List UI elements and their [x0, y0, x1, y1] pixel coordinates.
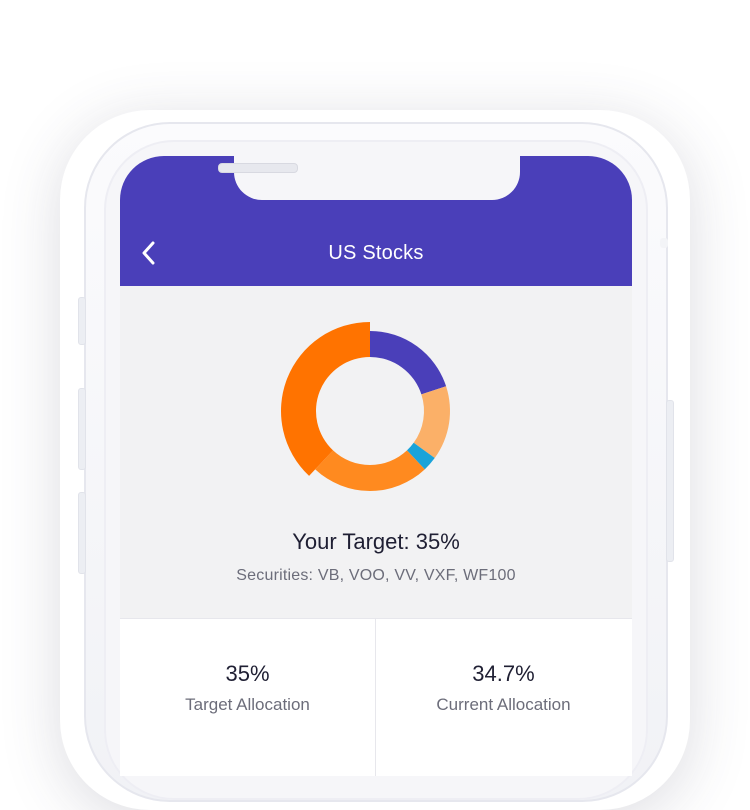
phone-volume-down-button: [78, 492, 86, 574]
current-allocation-value: 34.7%: [472, 661, 535, 686]
donut-segment-5: [281, 322, 370, 476]
app-screen: US Stocks Your Target: 35% Securities: V…: [120, 156, 632, 776]
target-text: Your Target: 35%: [292, 529, 460, 554]
donut-segment-1: [370, 331, 447, 395]
target-allocation-value: 35%: [225, 661, 270, 686]
phone-speaker: [218, 163, 298, 173]
donut-segment-4: [315, 450, 425, 491]
target-allocation-stat: 35% Target Allocation: [120, 619, 376, 776]
phone-volume-up-button: [78, 388, 86, 470]
phone-side-notch: [660, 238, 668, 248]
current-allocation-stat: 34.7% Current Allocation: [376, 619, 631, 776]
page-title: US Stocks: [328, 242, 424, 264]
securities-text: Securities: VB, VOO, VV, VXF, WF100: [236, 567, 516, 584]
phone-power-button: [666, 400, 674, 562]
phone-mute-switch: [78, 297, 86, 345]
allocation-stats: 35% Target Allocation 34.7% Current Allo…: [120, 618, 632, 776]
header-bar: US Stocks: [120, 156, 632, 286]
allocation-donut-chart: [281, 322, 450, 491]
current-allocation-label: Current Allocation: [436, 695, 571, 714]
target-allocation-label: Target Allocation: [185, 695, 310, 714]
